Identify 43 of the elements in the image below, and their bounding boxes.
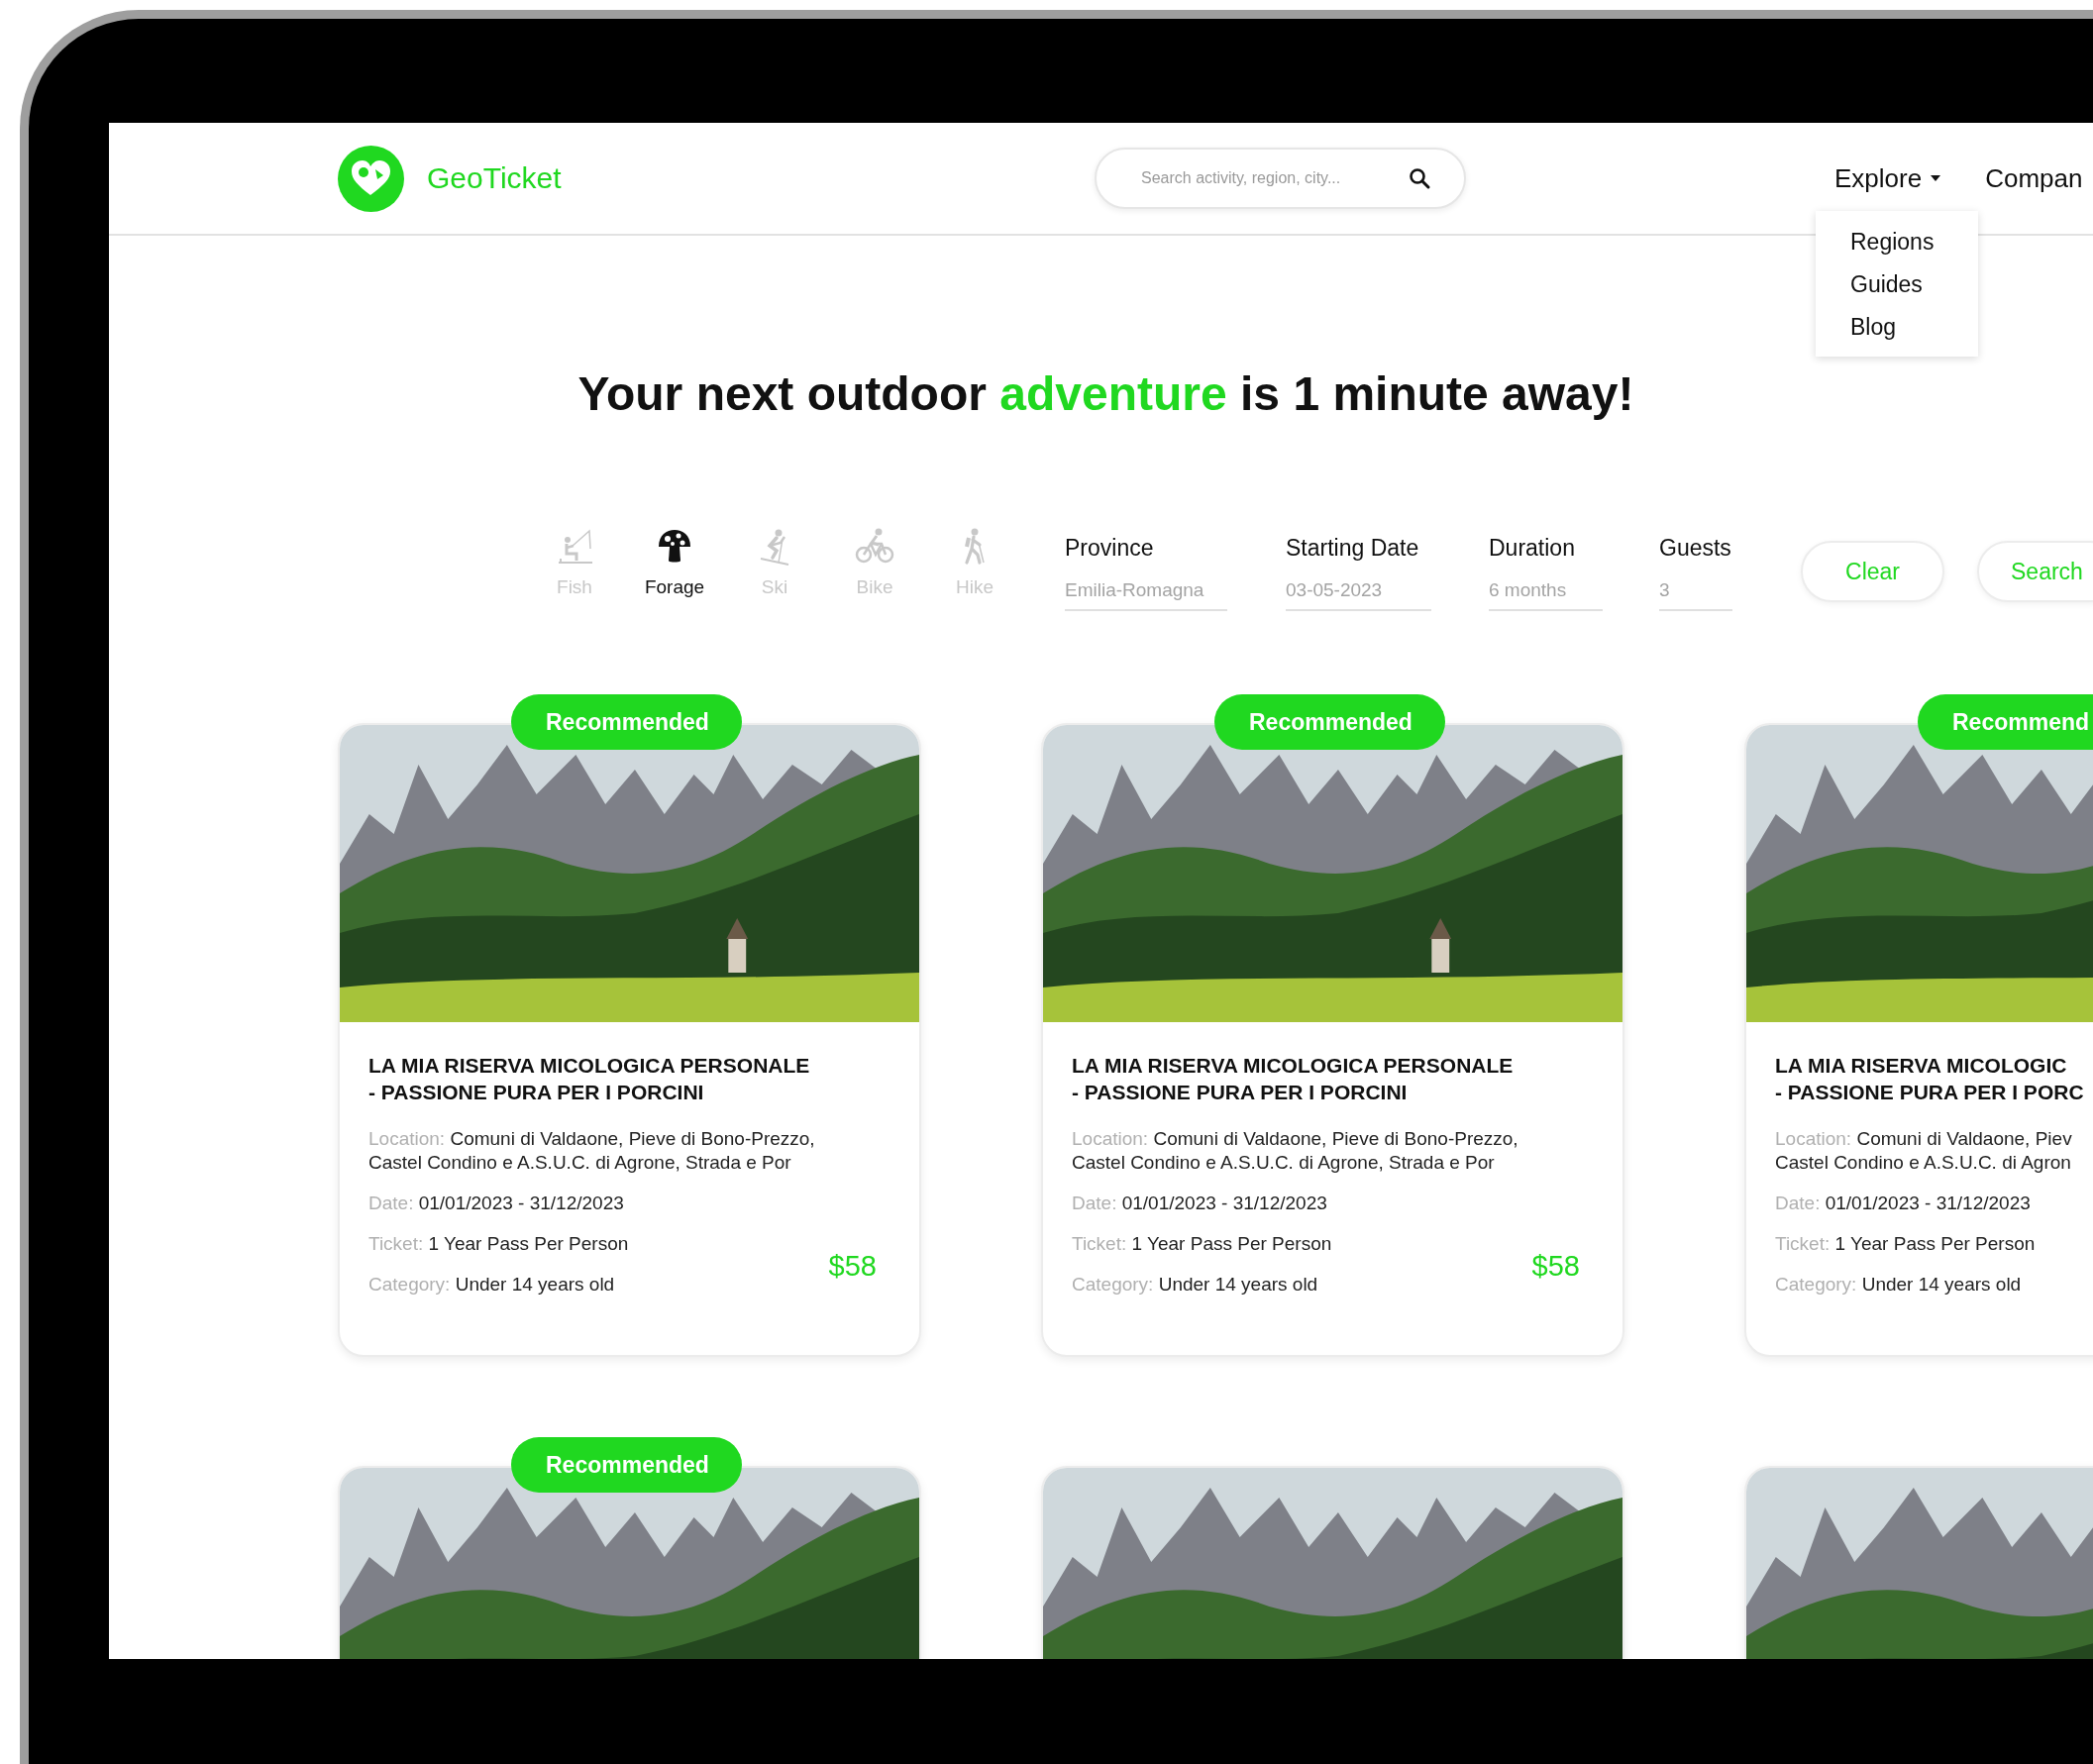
card-detail: Ticket: 1 Year Pass Per Person xyxy=(368,1232,630,1256)
price: $58 xyxy=(1531,1250,1580,1283)
recommended-badge: Recommended xyxy=(1214,694,1445,750)
input-field[interactable]: 3 xyxy=(1659,575,1732,611)
input-field[interactable]: 6 months xyxy=(1489,575,1603,611)
brand-name[interactable]: GeoTicket xyxy=(427,161,562,195)
card-detail: Ticket: 1 Year Pass Per Person xyxy=(1072,1232,1333,1256)
headline: Your next outdoor adventure is 1 minute away! xyxy=(576,366,1635,422)
menu-item[interactable]: Blog xyxy=(1816,305,1978,349)
card-title: LA MIA RISERVA MICOLOGIC - PASSIONE PURA PER I PORC xyxy=(1775,1053,2085,1105)
card-detail: Location: Comuni di Valdaone, Piev Castel Condino e A.S.U.C. di Agron xyxy=(1775,1127,2073,1175)
price: $58 xyxy=(828,1250,877,1283)
activity-tab[interactable]: Forage xyxy=(625,527,724,598)
search-icon xyxy=(1408,166,1431,190)
card-title: LA MIA RISERVA MICOLOGICA PERSONALE - PASSIONE PURA PER I PORCINI xyxy=(368,1053,811,1105)
input-field[interactable]: 03-05-2023 xyxy=(1286,575,1431,611)
input-field[interactable]: Emilia-Romagna xyxy=(1065,575,1227,611)
heart-logo-icon xyxy=(338,145,404,212)
recommended-badge: Recommended xyxy=(511,694,742,750)
card-detail: Date: 01/01/2023 - 31/12/2023 xyxy=(1072,1192,1328,1215)
field-label: Guests xyxy=(1659,535,1732,562)
card-detail: Location: Comuni di Valdaone, Pieve di Bono-Prezzo, Castel Condino e A.S.U.C. di Agrone, Strada e Por xyxy=(368,1127,816,1175)
card-detail: Category: Under 14 years old xyxy=(368,1273,616,1297)
clear-button[interactable]: Clear xyxy=(1801,541,1944,602)
card-detail: Date: 01/01/2023 - 31/12/2023 xyxy=(1775,1192,2032,1215)
field-label: Duration xyxy=(1489,535,1576,562)
recommended-badge: Recommend xyxy=(1918,694,2093,750)
card-title: LA MIA RISERVA MICOLOGICA PERSONALE - PASSIONE PURA PER I PORCINI xyxy=(1072,1053,1515,1105)
card-detail: Location: Comuni di Valdaone, Pieve di Bono-Prezzo, Castel Condino e A.S.U.C. di Agrone, Strada e Por xyxy=(1072,1127,1519,1175)
search-button[interactable]: Search xyxy=(1977,541,2093,602)
caret-icon xyxy=(1930,174,1942,182)
field-label: Starting Date xyxy=(1286,535,1420,562)
card-detail: Date: 01/01/2023 - 31/12/2023 xyxy=(368,1192,625,1215)
nav-link[interactable]: Explore xyxy=(1834,162,1942,194)
search-field[interactable]: Search activity, region, city... xyxy=(1095,148,1466,209)
field-label: Province xyxy=(1065,535,1155,562)
nav-link[interactable]: Compan xyxy=(1985,162,2083,194)
card-detail: Ticket: 1 Year Pass Per Person xyxy=(1775,1232,2037,1256)
card-detail: Category: Under 14 years old xyxy=(1775,1273,2023,1297)
menu-item[interactable]: Guides xyxy=(1816,262,1978,306)
menu-item[interactable]: Regions xyxy=(1816,220,1978,263)
recommended-badge: Recommended xyxy=(511,1437,742,1493)
card-detail: Category: Under 14 years old xyxy=(1072,1273,1319,1297)
